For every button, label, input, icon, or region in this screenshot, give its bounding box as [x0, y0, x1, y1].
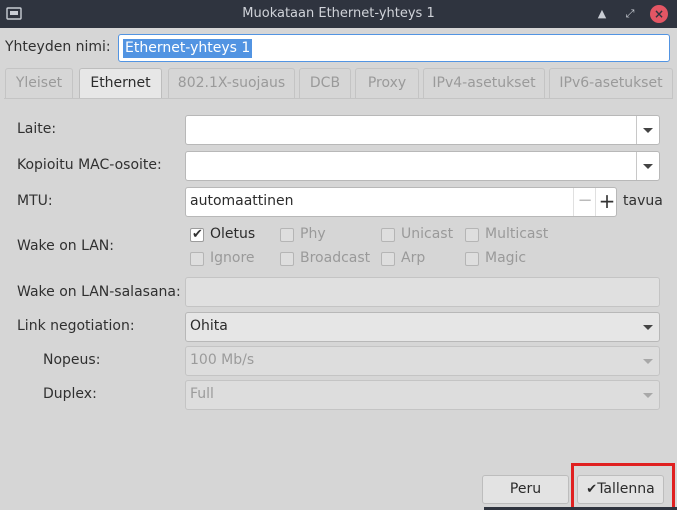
device-combo[interactable]	[185, 115, 660, 145]
wol-broadcast-checkbox[interactable]: Broadcast	[280, 250, 375, 270]
cancel-button[interactable]: Peru	[482, 475, 569, 504]
chevron-down-icon[interactable]	[636, 116, 659, 144]
duplex-combo[interactable]: Full	[185, 380, 660, 410]
connection-name-label: Yhteyden nimi:	[5, 39, 111, 55]
mtu-label: MTU:	[17, 193, 53, 209]
wol-password-label: Wake on LAN-salasana:	[17, 284, 181, 300]
chevron-down-icon[interactable]	[636, 152, 659, 180]
link-negotiation-label: Link negotiation:	[17, 318, 135, 334]
wol-ignore-checkbox[interactable]: Ignore	[190, 250, 270, 270]
device-label: Laite:	[17, 121, 57, 137]
tab-dcb[interactable]: DCB	[299, 68, 351, 98]
save-button-highlight	[571, 463, 675, 510]
wol-magic-checkbox[interactable]: Magic	[465, 250, 535, 270]
wol-arp-checkbox[interactable]: Arp	[381, 250, 441, 270]
chevron-down-icon[interactable]	[637, 313, 659, 341]
window-titlebar: Muokataan Ethernet-yhteys 1 ▲ ⤢ ×	[0, 0, 677, 28]
wol-unicast-checkbox[interactable]: Unicast	[381, 226, 461, 246]
duplex-value: Full	[190, 386, 214, 402]
tab-ethernet[interactable]: Ethernet	[79, 68, 162, 99]
connection-name-input[interactable]: Ethernet-yhteys 1	[118, 34, 670, 62]
mtu-unit: tavua	[623, 193, 663, 209]
speed-combo[interactable]: 100 Mb/s	[185, 346, 660, 376]
minus-icon[interactable]: −	[573, 188, 596, 216]
tab-proxy[interactable]: Proxy	[355, 68, 419, 98]
tab-8021x[interactable]: 802.1X-suojaus	[168, 68, 295, 98]
tab-divider	[4, 98, 673, 99]
speed-label: Nopeus:	[43, 352, 101, 368]
wol-label: Wake on LAN:	[17, 238, 114, 254]
chevron-down-icon	[637, 381, 659, 409]
cloned-mac-combo[interactable]	[185, 151, 660, 181]
wol-phy-checkbox[interactable]: Phy	[280, 226, 350, 246]
link-negotiation-value: Ohita	[190, 318, 228, 334]
window-title: Muokataan Ethernet-yhteys 1	[242, 6, 435, 21]
close-icon[interactable]: ×	[650, 5, 668, 23]
wol-password-field[interactable]	[185, 277, 660, 307]
cloned-mac-label: Kopioitu MAC-osoite:	[17, 157, 162, 173]
tab-yleiset[interactable]: Yleiset	[5, 68, 73, 98]
chevron-down-icon	[637, 347, 659, 375]
plus-icon[interactable]: +	[595, 188, 618, 216]
check-icon: ✔	[192, 227, 203, 242]
link-negotiation-combo[interactable]: Ohita	[185, 312, 660, 342]
speed-value: 100 Mb/s	[190, 352, 255, 368]
tab-ipv6[interactable]: IPv6-asetukset	[549, 68, 673, 98]
wol-multicast-checkbox[interactable]: Multicast	[465, 226, 555, 246]
mtu-spinbox[interactable]: automaattinen − +	[185, 187, 617, 217]
wol-oletus-checkbox[interactable]: ✔ Oletus	[190, 226, 270, 246]
maximize-icon[interactable]: ▲	[593, 5, 611, 23]
duplex-label: Duplex:	[43, 386, 97, 402]
mtu-value: automaattinen	[190, 193, 294, 209]
tab-ipv4[interactable]: IPv4-asetukset	[423, 68, 545, 98]
connection-name-value: Ethernet-yhteys 1	[123, 39, 253, 58]
restore-icon[interactable]: ⤢	[621, 5, 639, 23]
